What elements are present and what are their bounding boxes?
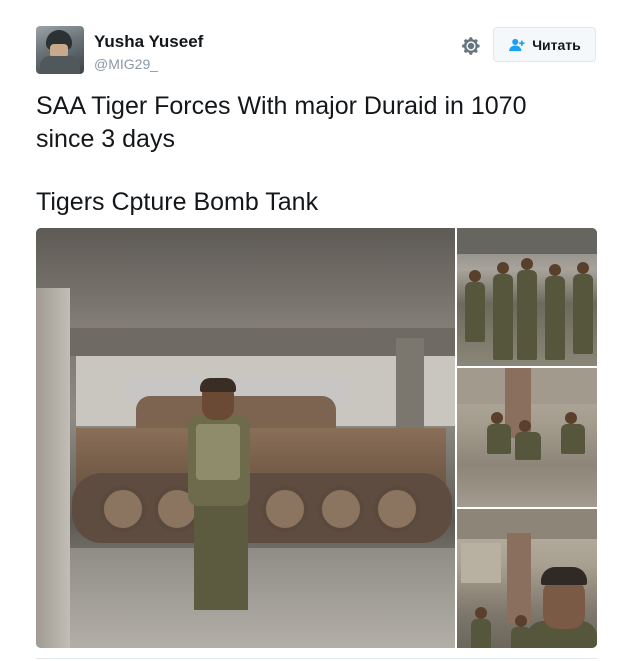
soldier-figure xyxy=(471,619,491,648)
soldier-figure xyxy=(517,270,537,360)
photo-thumb-soldiers-standing[interactable] xyxy=(457,228,597,366)
scene-wall xyxy=(461,543,501,583)
soldier-figure xyxy=(545,276,565,360)
tank-wheel xyxy=(374,486,420,532)
soldier-head xyxy=(565,412,577,424)
follow-user-icon xyxy=(509,38,525,51)
soldier-figure xyxy=(561,424,585,454)
soldier-head xyxy=(469,270,481,282)
soldier-head xyxy=(497,262,509,274)
scene-beam xyxy=(36,328,455,356)
soldier-cap xyxy=(200,378,236,392)
soldier-legs xyxy=(194,500,248,610)
screen-name[interactable]: @MIG29_ xyxy=(94,56,158,72)
soldier-head xyxy=(549,264,561,276)
tank-wheel xyxy=(100,486,146,532)
tank-wheel xyxy=(318,486,364,532)
avatar-body-shape xyxy=(40,56,80,74)
divider xyxy=(36,658,597,659)
soldier-cap xyxy=(541,567,587,585)
soldier-vest xyxy=(196,424,240,480)
scene-pillar xyxy=(36,288,70,648)
tweet-header: Yusha Yuseef @MIG29_ Читать xyxy=(36,26,600,76)
soldier-figure xyxy=(515,432,541,460)
soldier-head xyxy=(515,615,527,627)
soldier-figure xyxy=(465,282,485,342)
soldier-head xyxy=(519,420,531,432)
soldier-head xyxy=(491,412,503,424)
scene-pillar xyxy=(507,533,531,623)
media-grid xyxy=(36,228,597,648)
follow-button[interactable]: Читать xyxy=(493,27,596,62)
soldier-face xyxy=(543,579,585,629)
scene-ceiling xyxy=(457,228,597,254)
soldier-figure xyxy=(573,274,593,354)
display-name[interactable]: Yusha Yuseef xyxy=(94,32,203,52)
soldier-head xyxy=(521,258,533,270)
soldier-head xyxy=(475,607,487,619)
scene-pillar xyxy=(396,338,424,428)
soldier-figure xyxy=(487,424,511,454)
soldier-head xyxy=(577,262,589,274)
soldier-figure xyxy=(493,274,513,360)
photo-main-soldier-tank[interactable] xyxy=(36,228,455,648)
tank-wheel xyxy=(262,486,308,532)
photo-thumb-soldier-closeup[interactable] xyxy=(457,509,597,648)
avatar[interactable] xyxy=(36,26,84,74)
tweet-text-line: SAA Tiger Forces With major Duraid in 10… xyxy=(36,92,527,120)
follow-button-label: Читать xyxy=(532,36,581,53)
tweet-text-line: since 3 days xyxy=(36,125,175,153)
tweet-text-line: Tigers Cpture Bomb Tank xyxy=(36,188,319,216)
photo-thumb-soldiers-sitting[interactable] xyxy=(457,368,597,507)
tweet: Yusha Yuseef @MIG29_ Читать SAA Tiger Fo… xyxy=(0,0,635,661)
gear-icon[interactable] xyxy=(460,35,482,57)
